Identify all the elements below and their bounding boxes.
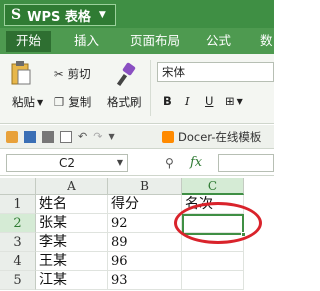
column-header-b[interactable]: B	[108, 178, 182, 195]
name-box-value: C2	[58, 156, 75, 170]
chevron-down-icon: ▼	[98, 10, 106, 20]
cell-b4[interactable]: 96	[108, 252, 182, 271]
docer-tab-label: Docer-在线模板	[178, 130, 262, 144]
tab-formula[interactable]: 公式	[206, 31, 231, 52]
column-header-a[interactable]: A	[36, 178, 108, 195]
row-header-2[interactable]: 2	[0, 214, 36, 233]
cell-a2[interactable]: 张某	[36, 214, 108, 233]
cut-label: 剪切	[67, 67, 91, 81]
docer-template-tab[interactable]: Docer-在线模板	[158, 127, 265, 147]
cell-b5[interactable]: 93	[108, 271, 182, 290]
borders-icon: ⊞	[225, 94, 235, 108]
highlight-annotation	[174, 202, 262, 244]
column-header-c[interactable]: C	[182, 178, 244, 195]
formula-input[interactable]	[218, 154, 274, 172]
select-all-corner[interactable]	[0, 178, 36, 195]
copy-label: 复制	[68, 95, 92, 109]
title-bar: S WPS 表格 ▼	[0, 0, 274, 28]
copy-button[interactable]: ❐ 复制	[54, 94, 91, 110]
cell-b2[interactable]: 92	[108, 214, 182, 233]
cell-c4[interactable]	[182, 252, 244, 271]
cell-b3[interactable]: 89	[108, 233, 182, 252]
cell-b1[interactable]: 得分	[108, 195, 182, 214]
zoom-icon[interactable]: ⚲	[165, 156, 174, 170]
row-header-1[interactable]: 1	[0, 195, 36, 214]
spreadsheet-grid: A B C 1 2 3 4 5 姓名 得分 名次 张某 92 李某 89 王某 …	[0, 178, 274, 291]
format-painter-icon[interactable]	[114, 62, 140, 88]
row-header-5[interactable]: 5	[0, 271, 36, 290]
paste-button[interactable]: 粘贴 ▼	[12, 94, 43, 110]
format-painter-label: 格式刷	[107, 95, 142, 109]
row-header-4[interactable]: 4	[0, 252, 36, 271]
menu-bar: 开始 插入 页面布局 公式 数	[0, 28, 274, 54]
format-painter-button[interactable]: 格式刷	[107, 94, 142, 110]
app-menu-button[interactable]: S WPS 表格 ▼	[4, 4, 116, 26]
font-name-select[interactable]: 宋体	[157, 62, 274, 82]
italic-button[interactable]: I	[185, 94, 190, 108]
redo-icon[interactable]: ↷	[93, 130, 102, 143]
print-icon[interactable]	[42, 130, 54, 143]
app-title: WPS 表格	[27, 9, 91, 25]
cell-a5[interactable]: 江某	[36, 271, 108, 290]
cell-a3[interactable]: 李某	[36, 233, 108, 252]
save-icon[interactable]	[24, 130, 36, 143]
paste-label: 粘贴	[12, 95, 35, 109]
print-preview-icon[interactable]	[60, 130, 72, 143]
ribbon-divider	[150, 60, 151, 116]
cell-c5[interactable]	[182, 271, 244, 290]
cell-a1[interactable]: 姓名	[36, 195, 108, 214]
cut-button[interactable]: ✂ 剪切	[54, 66, 91, 82]
bold-button[interactable]: B	[163, 94, 172, 108]
cell-a4[interactable]: 王某	[36, 252, 108, 271]
chevron-down-icon[interactable]: ▼	[117, 155, 123, 171]
docer-icon	[162, 131, 174, 143]
customize-toolbar-icon[interactable]: ▼	[108, 132, 114, 141]
formula-bar: C2 ▼ ⚲ fx	[0, 150, 274, 176]
ribbon: 粘贴 ▼ ✂ 剪切 ❐ 复制 格式刷 宋体 B I U ⊞ ▼	[0, 54, 274, 124]
copy-icon: ❐	[54, 95, 65, 109]
row-header-3[interactable]: 3	[0, 233, 36, 252]
borders-button[interactable]: ⊞ ▼	[225, 94, 243, 108]
tab-data[interactable]: 数	[260, 31, 273, 52]
tab-start[interactable]: 开始	[6, 31, 52, 52]
tab-page-layout[interactable]: 页面布局	[130, 31, 180, 52]
wps-logo: S	[11, 7, 22, 23]
scissors-icon: ✂	[54, 67, 64, 81]
undo-icon[interactable]: ↶	[78, 130, 87, 143]
insert-function-button[interactable]: fx	[190, 155, 202, 170]
underline-button[interactable]: U	[205, 94, 213, 108]
name-box[interactable]: C2 ▼	[6, 154, 128, 172]
paste-icon[interactable]	[10, 60, 32, 86]
tab-insert[interactable]: 插入	[74, 31, 99, 52]
open-folder-icon[interactable]	[6, 130, 18, 143]
